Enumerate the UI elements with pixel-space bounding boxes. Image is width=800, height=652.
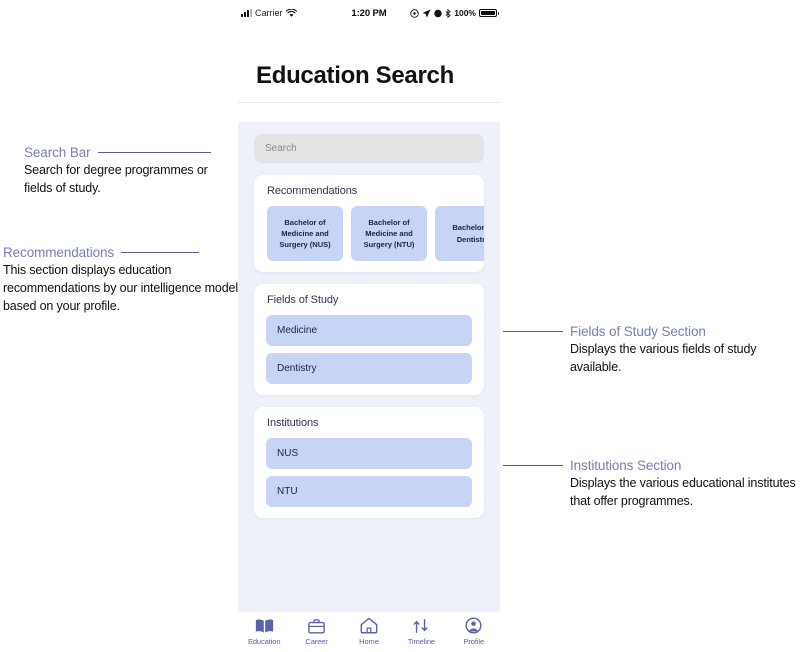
annotation-fields-of-study: Fields of Study Section Displays the var… [503,324,793,377]
annotation-header: Institutions Section [503,458,798,473]
annotation-title: Fields of Study Section [570,324,706,339]
recommendation-item[interactable]: Bachelor of Dentistry [435,206,484,261]
annotation-header: Fields of Study Section [503,324,793,339]
profile-circle-icon [465,616,482,635]
annotation-description: Displays the various educational institu… [570,476,796,508]
nav-label: Home [359,637,379,646]
alarm-icon [410,8,419,18]
nav-item-education[interactable]: Education [240,616,288,646]
nav-label: Education [247,637,281,646]
status-bar-right: 100% [410,8,499,18]
nav-item-career[interactable]: Career [293,616,341,646]
recommendation-item[interactable]: Bachelor of Medicine and Surgery (NUS) [267,206,343,261]
phone-mockup: Carrier 1:20 PM 100% Education Search Se… [238,0,500,652]
institutions-card: Institutions NUS NTU [254,407,484,518]
annotation-leader-line [121,251,200,254]
app-header: Education Search [238,60,500,104]
battery-percent-label: 100% [454,8,476,18]
annotation-institutions: Institutions Section Displays the variou… [503,458,798,511]
annotation-description: Search for degree programmes or fields o… [24,163,208,195]
list-item[interactable]: Dentistry [266,353,472,384]
list-item[interactable]: NTU [266,476,472,507]
nav-label: Profile [463,637,485,646]
annotation-title: Search Bar [24,145,91,160]
institutions-title: Institutions [267,417,319,429]
nav-label: Timeline [407,637,435,646]
briefcase-icon [308,616,325,635]
list-item[interactable]: NUS [266,438,472,469]
list-item[interactable]: Medicine [266,315,472,346]
bluetooth-icon [445,8,451,18]
nav-label: Career [305,637,328,646]
recommendations-title: Recommendations [267,185,358,197]
page-title: Education Search [256,62,454,89]
battery-full-icon [479,9,499,17]
annotation-description: This section displays education recommen… [3,263,238,313]
recommendations-list[interactable]: Bachelor of Medicine and Surgery (NUS) B… [254,206,484,261]
recommendations-card: Recommendations Bachelor of Medicine and… [254,175,484,272]
nav-item-home[interactable]: Home [345,616,393,646]
book-icon [255,616,274,635]
annotation-leader-line [503,330,563,333]
recommendation-item[interactable]: Bachelor of Medicine and Surgery (NTU) [351,206,427,261]
annotation-description: Displays the various fields of study ava… [570,342,757,374]
annotation-title: Recommendations [3,245,115,260]
fields-of-study-list: Medicine Dentistry [254,315,484,384]
fields-of-study-card: Fields of Study Medicine Dentistry [254,284,484,395]
fields-of-study-title: Fields of Study [267,294,339,306]
institutions-list: NUS NTU [254,438,484,507]
home-icon [360,616,378,635]
annotation-leader-line [503,464,563,467]
annotation-recommendations: Recommendations This section displays ed… [3,245,239,315]
rotation-lock-icon [434,9,442,17]
annotation-header: Search Bar [24,145,239,160]
timeline-arrows-icon [413,616,429,635]
location-arrow-icon [422,9,431,17]
bottom-navigation-bar: Education Career Home Timeline Profile [238,612,500,652]
status-bar: Carrier 1:20 PM 100% [238,0,500,26]
search-input[interactable] [254,134,484,163]
nav-item-timeline[interactable]: Timeline [397,616,445,646]
app-content: Recommendations Bachelor of Medicine and… [238,122,500,612]
annotation-header: Recommendations [3,245,239,260]
annotation-title: Institutions Section [570,458,682,473]
nav-item-profile[interactable]: Profile [450,616,498,646]
annotation-search-bar: Search Bar Search for degree programmes … [24,145,239,198]
annotation-leader-line [97,151,211,154]
